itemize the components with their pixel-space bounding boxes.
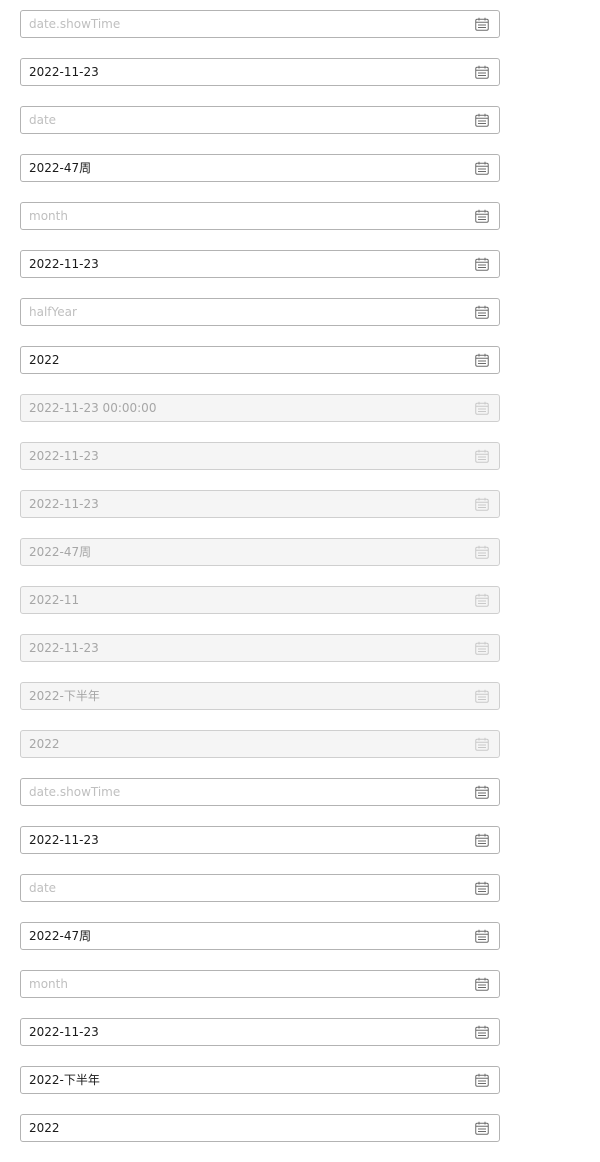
date-picker-field[interactable]: 2022-11-23: [20, 826, 500, 854]
date-picker-field[interactable]: date.showTime: [20, 778, 500, 806]
calendar-icon[interactable]: [475, 65, 489, 79]
date-picker-value: 2022-11-23: [29, 449, 99, 463]
date-picker-placeholder: date.showTime: [29, 785, 121, 799]
date-picker-field[interactable]: date: [20, 874, 500, 902]
date-picker-value: 2022: [29, 737, 60, 751]
calendar-icon[interactable]: [475, 929, 489, 943]
date-picker-field[interactable]: month: [20, 202, 500, 230]
calendar-icon[interactable]: [475, 1121, 489, 1135]
date-picker-field: 2022-11-23: [20, 490, 500, 518]
calendar-icon[interactable]: [475, 881, 489, 895]
date-picker-value: 2022-11-23: [29, 641, 99, 655]
date-picker-placeholder: date: [29, 113, 57, 127]
date-picker-field[interactable]: date.showTime: [20, 10, 500, 38]
calendar-icon[interactable]: [475, 17, 489, 31]
calendar-icon: [475, 593, 489, 607]
calendar-icon[interactable]: [475, 977, 489, 991]
calendar-icon[interactable]: [475, 257, 489, 271]
date-picker-field: 2022-11-23: [20, 634, 500, 662]
date-picker-value: 2022: [29, 353, 60, 367]
date-picker-placeholder: date: [29, 881, 57, 895]
date-picker-field[interactable]: 2022-11-23: [20, 58, 500, 86]
calendar-icon: [475, 449, 489, 463]
date-picker-value: 2022-47周: [29, 161, 92, 175]
calendar-icon[interactable]: [475, 161, 489, 175]
date-picker-field[interactable]: 2022-11-23: [20, 1018, 500, 1046]
date-picker-value: 2022-11-23: [29, 833, 99, 847]
date-picker-field: 2022-11-23: [20, 442, 500, 470]
calendar-icon[interactable]: [475, 113, 489, 127]
calendar-icon: [475, 641, 489, 655]
date-picker-field[interactable]: 2022: [20, 346, 500, 374]
date-picker-value: 2022-下半年: [29, 689, 100, 703]
date-picker-value: 2022-11-23: [29, 1025, 99, 1039]
date-picker-value: 2022: [29, 1121, 60, 1135]
calendar-icon: [475, 689, 489, 703]
date-picker-value: 2022-11-23: [29, 497, 99, 511]
date-picker-placeholder: date.showTime: [29, 17, 121, 31]
calendar-icon[interactable]: [475, 209, 489, 223]
calendar-icon[interactable]: [475, 1025, 489, 1039]
calendar-icon[interactable]: [475, 1073, 489, 1087]
calendar-icon[interactable]: [475, 305, 489, 319]
date-picker-field: 2022-下半年: [20, 682, 500, 710]
date-picker-field[interactable]: 2022-47周: [20, 154, 500, 182]
date-picker-field: 2022: [20, 730, 500, 758]
date-picker-field[interactable]: 2022-47周: [20, 922, 500, 950]
date-picker-field[interactable]: 2022-11-23: [20, 250, 500, 278]
calendar-icon[interactable]: [475, 785, 489, 799]
date-picker-placeholder: halfYear: [29, 305, 77, 319]
calendar-icon[interactable]: [475, 833, 489, 847]
date-picker-value: 2022-11: [29, 593, 80, 607]
date-picker-value: 2022-11-23 00:00:00: [29, 401, 157, 415]
calendar-icon: [475, 497, 489, 511]
date-picker-list: date.showTime 2022-11-23 date 2022-47周 month…: [20, 10, 500, 1162]
calendar-icon[interactable]: [475, 353, 489, 367]
date-picker-placeholder: month: [29, 209, 68, 223]
date-picker-value: 2022-11-23: [29, 257, 99, 271]
calendar-icon: [475, 545, 489, 559]
date-picker-field[interactable]: 2022: [20, 1114, 500, 1142]
date-picker-value: 2022-下半年: [29, 1073, 100, 1087]
date-picker-field[interactable]: halfYear: [20, 298, 500, 326]
date-picker-field: 2022-47周: [20, 538, 500, 566]
date-picker-field[interactable]: date: [20, 106, 500, 134]
calendar-icon: [475, 401, 489, 415]
date-picker-field: 2022-11: [20, 586, 500, 614]
date-picker-value: 2022-47周: [29, 929, 92, 943]
date-picker-field[interactable]: month: [20, 970, 500, 998]
calendar-icon: [475, 737, 489, 751]
date-picker-field: 2022-11-23 00:00:00: [20, 394, 500, 422]
date-picker-value: 2022-11-23: [29, 65, 99, 79]
date-picker-value: 2022-47周: [29, 545, 92, 559]
date-picker-field[interactable]: 2022-下半年: [20, 1066, 500, 1094]
date-picker-placeholder: month: [29, 977, 68, 991]
